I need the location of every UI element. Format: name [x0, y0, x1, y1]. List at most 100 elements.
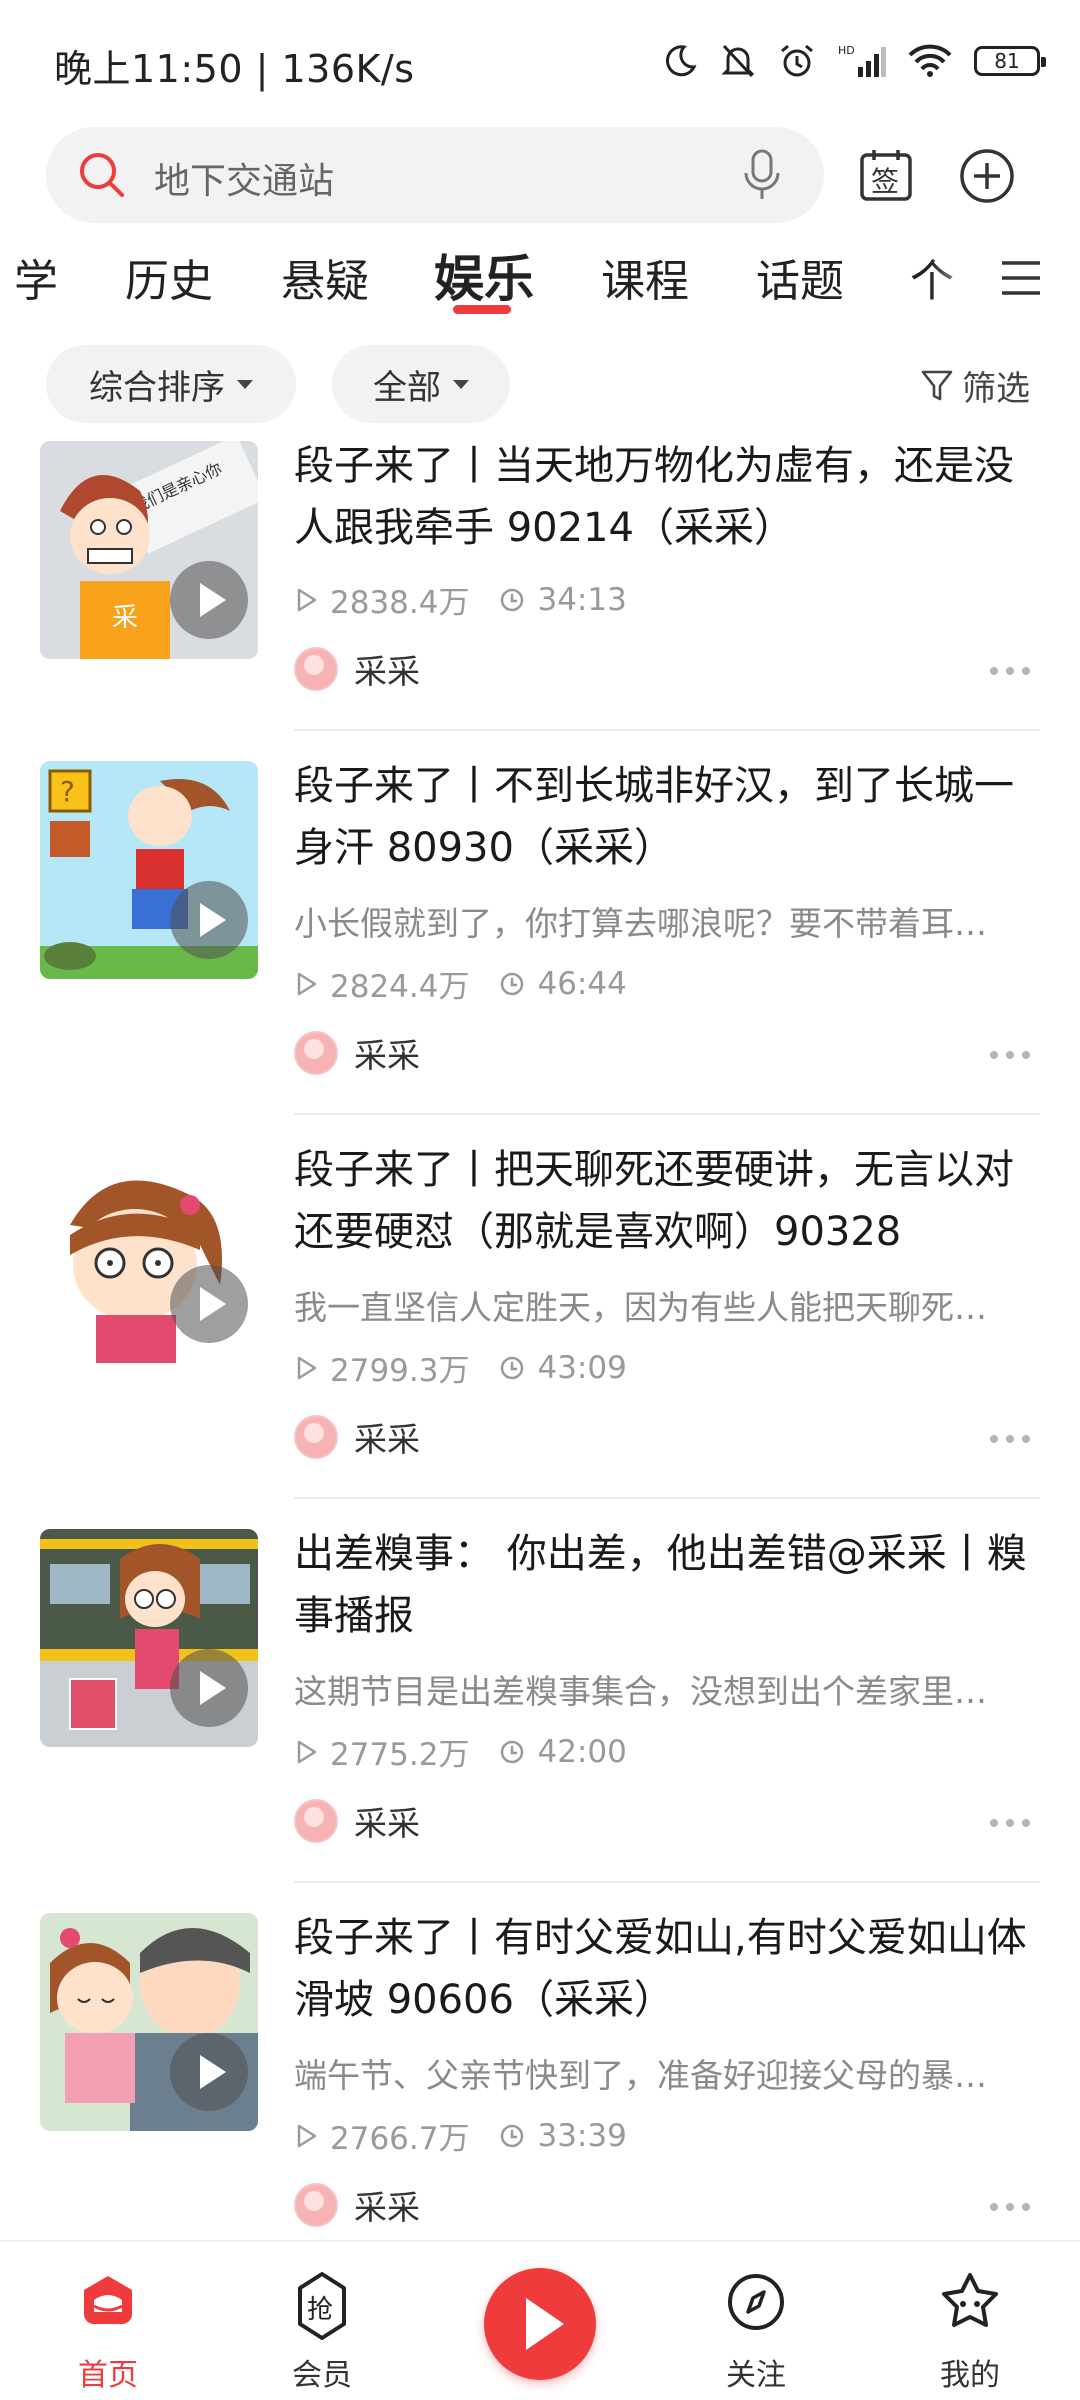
filter-funnel-icon [921, 370, 953, 400]
item-meta: 2824.4万 46:44 [294, 961, 627, 1006]
thumbnail [40, 1913, 258, 2131]
play-icon[interactable] [484, 2268, 596, 2380]
nav-home[interactable]: 首页 [38, 2258, 178, 2398]
play-overlay-icon[interactable] [170, 1649, 248, 1727]
more-options-icon[interactable] [990, 667, 1030, 675]
author-name: 采采 [354, 1036, 420, 1075]
thumbnail [40, 1529, 258, 1747]
item-description: 这期节目是出差糗事集合，没想到出个差家里… [294, 1672, 987, 1711]
tab-suspense[interactable]: 悬疑 [281, 245, 369, 309]
play-count: 2766.7万 [330, 2121, 470, 2157]
more-options-icon[interactable] [990, 1051, 1030, 1059]
list-item[interactable]: ? 段子来了丨不到长城非好汉，到了长城一身汗 80930（采采） 小长假就到了，… [0, 755, 1080, 1141]
nav-follow-label: 关注 [726, 2358, 786, 2393]
author[interactable]: 采采 [294, 2181, 420, 2229]
nav-follow[interactable]: 关注 [686, 2258, 826, 2398]
play-overlay-icon[interactable] [170, 561, 248, 639]
list-item[interactable]: 段子来了丨有时父爱如山,有时父爱如山体滑坡 90606（采采） 端午节、父亲节快… [0, 1907, 1080, 2240]
nav-me-label: 我的 [940, 2358, 1000, 2393]
tab-menu-button[interactable] [970, 235, 1080, 335]
wifi-icon [908, 44, 952, 77]
divider [294, 1113, 1040, 1115]
nav-vip[interactable]: 抢 会员 [252, 2258, 392, 2398]
mic-icon[interactable] [742, 147, 782, 203]
divider [294, 729, 1040, 731]
battery-icon: 81 [974, 46, 1046, 76]
caret-down-icon [453, 379, 469, 389]
item-description: 小长假就到了，你打算去哪浪呢？要不带着耳… [294, 904, 987, 943]
nav-home-label: 首页 [78, 2358, 138, 2393]
tab-topics[interactable]: 话题 [756, 245, 844, 309]
author-name: 采采 [354, 1804, 420, 1843]
item-title: 段子来了丨不到长城非好汉，到了长城一身汗 80930（采采） [294, 763, 1014, 871]
active-tab-indicator [453, 305, 511, 314]
clock-icon [501, 1356, 524, 1379]
avatar [294, 647, 338, 691]
item-title: 段子来了丨当天地万物化为虚有，还是没人跟我牵手 90214（采采） [294, 443, 1014, 551]
add-icon[interactable] [958, 147, 1016, 205]
item-description: 端午节、父亲节快到了，准备好迎接父母的暴… [294, 2056, 987, 2095]
duration: 33:39 [537, 2117, 627, 2154]
thumbnail: ? [40, 761, 258, 979]
author[interactable]: 采采 [294, 1797, 420, 1845]
alarm-icon [781, 44, 813, 77]
sort-dropdown[interactable]: 综合排序 [46, 345, 296, 423]
clock-icon [501, 972, 524, 995]
play-count: 2775.2万 [330, 1737, 470, 1773]
item-title: 段子来了丨有时父爱如山,有时父爱如山体滑坡 90606（采采） [294, 1915, 1027, 2023]
category-tabs: 学 历史 悬疑 娱乐 课程 话题 个 [0, 235, 1080, 335]
duration: 34:13 [537, 581, 627, 618]
hd-signal-icon: HD [838, 44, 886, 77]
clock-icon [501, 588, 524, 611]
play-count: 2799.3万 [330, 1353, 470, 1389]
search-icon [80, 153, 124, 197]
thumbnail: 我们是亲心你 采 [40, 441, 258, 659]
duration: 46:44 [537, 965, 627, 1002]
status-icons: HD 81 [662, 36, 1046, 86]
svg-text:采: 采 [112, 603, 138, 633]
avatar [294, 1799, 338, 1843]
search-row: 地下交通站 签 [0, 125, 1080, 225]
author-name: 采采 [354, 2188, 420, 2227]
clock-icon [501, 1740, 524, 1763]
sign-in-icon[interactable]: 签 [858, 147, 914, 203]
avatar [294, 2183, 338, 2227]
search-input[interactable]: 地下交通站 [46, 127, 824, 223]
play-count-icon [297, 1356, 317, 1379]
nav-vip-label: 会员 [292, 2358, 352, 2393]
home-icon [84, 2276, 132, 2324]
list-item[interactable]: 出差糗事： 你出差，他出差错@采采丨糗事播报 这期节目是出差糗事集合，没想到出个… [0, 1523, 1080, 1909]
play-overlay-icon[interactable] [170, 881, 248, 959]
item-meta: 2766.7万 33:39 [294, 2113, 627, 2158]
scope-dropdown[interactable]: 全部 [332, 345, 510, 423]
nav-me[interactable]: 我的 [900, 2258, 1040, 2398]
tab-courses[interactable]: 课程 [601, 245, 689, 309]
play-count: 2824.4万 [330, 969, 470, 1005]
author[interactable]: 采采 [294, 645, 420, 693]
svg-text:HD: HD [838, 44, 855, 57]
search-placeholder: 地下交通站 [154, 161, 335, 202]
more-options-icon[interactable] [990, 1435, 1030, 1443]
list-item[interactable]: 段子来了丨把天聊死还要硬讲，无言以对还要硬怼（那就是喜欢啊）90328 我一直坚… [0, 1139, 1080, 1525]
bell-off-icon [721, 44, 755, 78]
duration: 43:09 [537, 1349, 627, 1386]
bottom-nav: 首页 抢 会员 关注 我的 [0, 2240, 1080, 2400]
play-overlay-icon[interactable] [170, 1265, 248, 1343]
avatar [294, 1031, 338, 1075]
duration: 42:00 [537, 1733, 627, 1770]
tab-history[interactable]: 历史 [125, 245, 213, 309]
avatar [294, 1415, 338, 1459]
more-options-icon[interactable] [990, 2203, 1030, 2211]
sign-label: 签 [871, 165, 899, 198]
tab-study[interactable]: 学 [14, 245, 58, 309]
svg-text:?: ? [60, 775, 75, 808]
play-overlay-icon[interactable] [170, 2033, 248, 2111]
audio-feed: 我们是亲心你 采 段子来了丨当天地万物化为虚有，还是没人跟我牵手 90214（采… [0, 435, 1080, 2240]
tab-entertainment[interactable]: 娱乐 [434, 239, 534, 311]
author[interactable]: 采采 [294, 1029, 420, 1077]
filter-button[interactable]: 筛选 [920, 361, 1030, 410]
more-options-icon[interactable] [990, 1819, 1030, 1827]
svg-text:抢: 抢 [307, 2295, 333, 2325]
author[interactable]: 采采 [294, 1413, 420, 1461]
thumbnail [40, 1145, 258, 1363]
